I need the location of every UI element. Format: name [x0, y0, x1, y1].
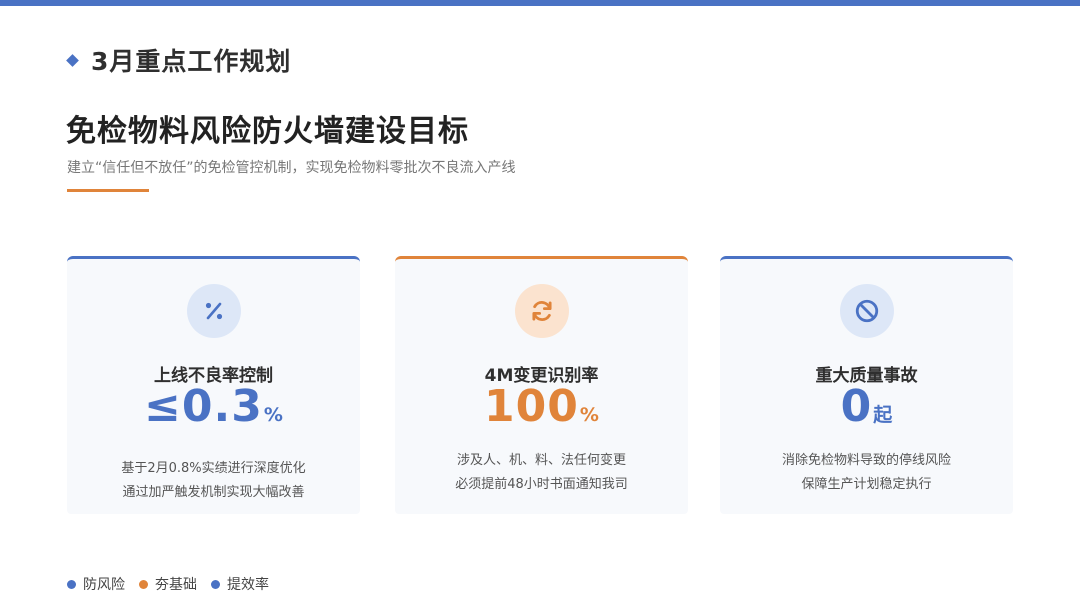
legend-item: 提效率 — [211, 574, 269, 594]
description-line: 通过加严触发机制实现大幅改善 — [122, 485, 305, 500]
card-metric: ≤0.3% — [67, 377, 360, 446]
goal-card-4m-change: 4M变更识别率 100% 涉及人、机、料、法任何变更 必须提前48小时书面通知我… — [395, 256, 688, 514]
metric-value: 100 — [484, 381, 579, 432]
legend-label: 防风险 — [83, 577, 125, 593]
description-line: 基于2月0.8%实绩进行深度优化 — [121, 461, 306, 476]
page-subtitle: 建立“信任但不放任”的免检管控机制，实现免检物料零批次不良流入产线 — [67, 160, 516, 176]
section-title: 3月重点工作规划 — [91, 47, 292, 76]
metric-value: ≤0.3 — [144, 381, 263, 432]
description-line: 保障生产计划稳定执行 — [801, 477, 932, 492]
title-underline — [67, 189, 149, 192]
card-description: 消除免检物料导致的停线风险 保障生产计划稳定执行 — [720, 449, 1013, 497]
refresh-icon — [514, 284, 569, 338]
section-header: 3月重点工作规划 — [66, 42, 291, 78]
description-line: 必须提前48小时书面通知我司 — [455, 477, 628, 492]
legend-label: 夯基础 — [155, 577, 197, 593]
legend-dot-icon — [67, 579, 76, 589]
card-description: 基于2月0.8%实绩进行深度优化 通过加严触发机制实现大幅改善 — [67, 457, 360, 505]
card-description: 涉及人、机、料、法任何变更 必须提前48小时书面通知我司 — [395, 449, 688, 497]
diamond-bullet-icon — [66, 53, 79, 67]
card-metric: 100% — [395, 377, 688, 446]
metric-unit: 起 — [873, 404, 893, 426]
legend: 防风险 夯基础 提效率 — [67, 574, 283, 594]
description-line: 消除免检物料导致的停线风险 — [781, 453, 951, 468]
card-metric: 0起 — [720, 377, 1013, 446]
legend-dot-icon — [211, 579, 220, 589]
page-title: 免检物料风险防火墙建设目标 — [66, 114, 469, 149]
legend-item: 防风险 — [67, 574, 125, 594]
goal-card-major-incident: 重大质量事故 0起 消除免检物料导致的停线风险 保障生产计划稳定执行 — [720, 256, 1013, 514]
goal-card-defect-rate: 上线不良率控制 ≤0.3% 基于2月0.8%实绩进行深度优化 通过加严触发机制实… — [67, 256, 360, 514]
legend-dot-icon — [139, 579, 148, 589]
percent-icon — [186, 284, 241, 338]
legend-label: 提效率 — [227, 577, 269, 593]
legend-item: 夯基础 — [139, 574, 197, 594]
metric-unit: % — [263, 404, 283, 426]
metric-value: 0 — [840, 381, 873, 432]
metric-unit: % — [579, 404, 599, 426]
description-line: 涉及人、机、料、法任何变更 — [456, 453, 626, 468]
prohibited-icon — [839, 284, 894, 338]
top-accent-bar — [0, 0, 1080, 6]
